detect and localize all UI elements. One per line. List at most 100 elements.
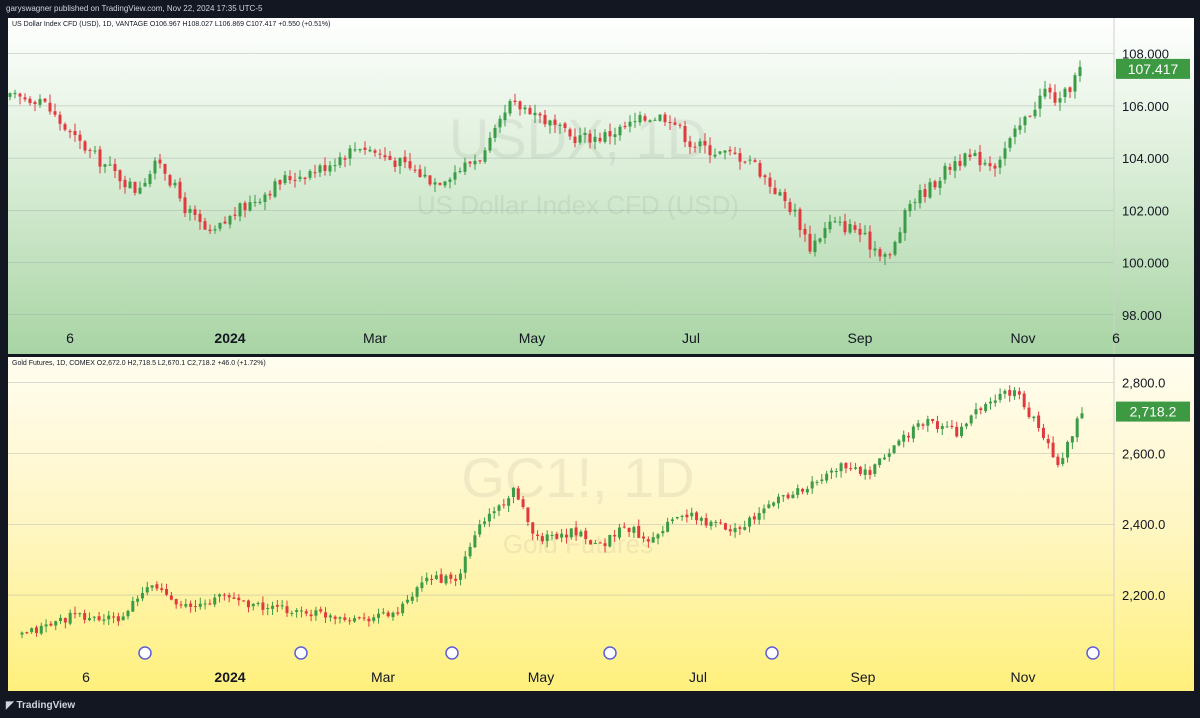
candle-body [478,160,482,162]
candle-body [173,182,177,186]
candle-body [1008,138,1012,148]
candle-body [617,527,621,538]
candle-body [583,132,587,135]
candle-body [714,521,718,523]
candle-body [853,225,857,230]
event-marker-icon [765,646,779,660]
candle-body [73,130,77,136]
candle-body [940,426,944,430]
candle-body [783,191,787,202]
candle-body [93,150,97,152]
candle-body [113,164,117,172]
candle-body [791,494,795,499]
candle-body [408,161,412,169]
candle-body [333,616,337,619]
candle-body [788,202,792,213]
candle-body [266,608,270,610]
candle-body [1051,442,1055,458]
candle-body [227,595,231,598]
candle-body [838,221,842,223]
candle-body [988,401,992,404]
candle-body [568,129,572,137]
candle-body [273,181,277,197]
candle-body [818,238,822,242]
candle-body [418,169,422,177]
candle-body [1075,418,1079,438]
candle-body [443,181,447,186]
candle-body [668,121,672,123]
candle-body [25,632,29,634]
candle-body [328,165,332,172]
candle-body [280,605,284,607]
candle-body [858,466,862,474]
candle-body [48,102,52,112]
candle-body [1032,416,1036,419]
candle-body [503,112,507,121]
candle-body [913,202,917,204]
candle-body [131,600,135,612]
publisher-text: garyswagner published on TradingView.com… [6,4,263,13]
candle-body [362,617,366,619]
candle-body [298,176,302,179]
usdx-candlestick-chart[interactable]: 108.000106.000104.000102.000100.00098.00… [8,18,1194,354]
candle-body [623,125,627,128]
y-tick-label: 106.000 [1122,99,1169,114]
candle-body [656,534,660,539]
event-marker-icon [294,646,308,660]
candle-body [169,595,173,600]
candle-body [323,165,327,171]
candle-body [723,150,727,153]
event-marker-icon [445,646,459,660]
candle-body [793,209,797,212]
candle-body [458,573,462,580]
candle-body [405,599,409,603]
x-tick-label: Jul [682,330,700,346]
candle-body [1022,393,1026,408]
candle-body [984,404,988,412]
candle-body [348,148,352,159]
candle-body [743,527,747,530]
x-tick-label: May [528,669,554,685]
candle-body [748,159,752,161]
candle-body [343,158,347,160]
candle-body [829,470,833,473]
candle-body [218,222,222,229]
candle-body [963,153,967,166]
candle-body [233,214,237,216]
y-tick-label: 2,400.0 [1122,517,1165,532]
tradingview-logo[interactable]: ◤ TradingView [6,694,75,718]
gold-candlestick-chart[interactable]: 2,800.0 2,600.0 2,400.0 2,200.0 6 2024 Mar May J… [8,357,1194,691]
candle-body [136,598,140,602]
candle-body [271,605,275,609]
candle-body [578,135,582,143]
candle-body [772,502,776,506]
candle-body [1037,415,1041,429]
candle-body [627,527,631,532]
candle-body [198,603,202,607]
candle-body [545,534,549,541]
candle-body [704,518,708,526]
candle-body [1056,456,1060,466]
candle-body [83,613,87,620]
candle-body [203,221,207,230]
candle-body [988,163,992,167]
candle-body [533,112,537,116]
candle-body [393,160,397,167]
candle-body [555,533,559,539]
candle-body [973,152,977,157]
candle-body [363,147,367,150]
candle-body [637,525,641,538]
candle-body [844,463,848,469]
candle-body [213,597,217,605]
gold-chart-pane[interactable]: GC1!, 1D Gold Futures 2,800.0 2,600.0 2,40… [8,357,1194,691]
candle-body [753,160,757,162]
candle-body [92,616,96,618]
candle-body [388,155,392,160]
usdx-chart-pane[interactable]: USDX, 1D US Dollar Index CFD (USD) 108.0… [8,18,1194,354]
candle-body [428,175,432,185]
candle-body [892,445,896,454]
candle-body [1043,88,1047,97]
candle-body [295,610,299,612]
candle-body [13,92,17,95]
candle-body [238,203,242,217]
